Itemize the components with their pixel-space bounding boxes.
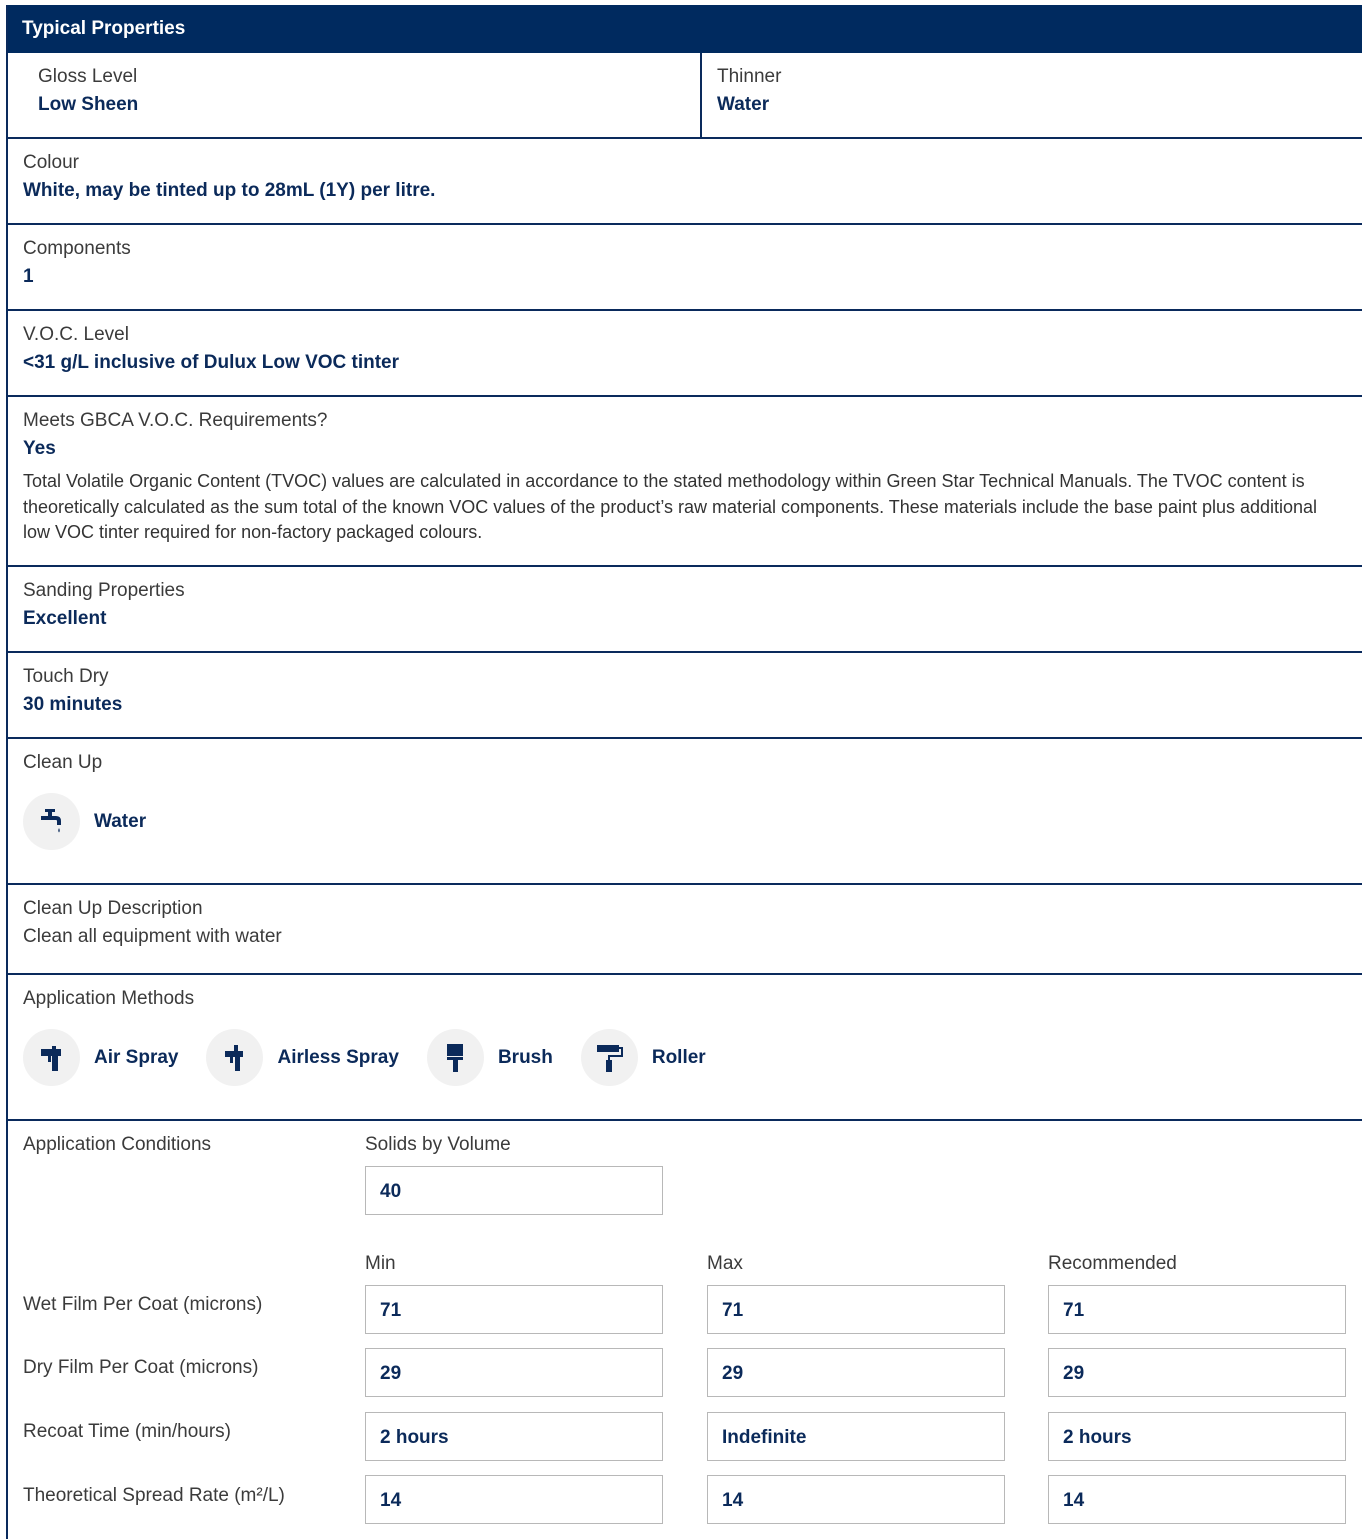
colour-label: Colour	[23, 152, 79, 173]
touch-dry-row: Touch Dry 30 minutes	[8, 653, 1362, 739]
method-airless-spray: Airless Spray	[206, 1029, 399, 1086]
brush-icon	[426, 1029, 484, 1086]
gloss-level-label: Gloss Level	[38, 66, 138, 87]
colour-value: White, may be tinted up to 28mL (1Y) per…	[23, 180, 436, 201]
field-value: 14	[380, 1489, 402, 1511]
spread-rate-label: Theoretical Spread Rate (m²/L)	[23, 1485, 285, 1506]
solids-by-volume-value: 40	[380, 1180, 402, 1202]
spread-rate-min-field[interactable]: 14	[365, 1475, 663, 1524]
dry-film-max-field[interactable]: 29	[707, 1348, 1005, 1397]
solids-by-volume-label: Solids by Volume	[365, 1134, 511, 1155]
gbca-value: Yes	[23, 438, 56, 459]
colour-row: Colour White, may be tinted up to 28mL (…	[8, 139, 1362, 225]
spread-rate-recommended-field[interactable]: 14	[1048, 1475, 1346, 1524]
gbca-label: Meets GBCA V.O.C. Requirements?	[23, 410, 328, 431]
field-value: Indefinite	[722, 1426, 807, 1448]
method-label: Airless Spray	[277, 1046, 399, 1068]
field-value: 2 hours	[380, 1426, 449, 1448]
field-value: 71	[722, 1299, 744, 1321]
application-conditions-label: Application Conditions	[23, 1134, 212, 1155]
thinner-cell: Thinner Water	[702, 53, 1362, 137]
application-methods-label: Application Methods	[23, 988, 195, 1009]
components-label: Components	[23, 238, 131, 259]
gbca-row: Meets GBCA V.O.C. Requirements? Yes Tota…	[8, 397, 1362, 567]
column-header-min: Min	[365, 1253, 396, 1274]
clean-up-description-label: Clean Up Description	[23, 898, 203, 919]
field-value: 29	[1063, 1362, 1085, 1384]
spread-rate-max-field[interactable]: 14	[707, 1475, 1005, 1524]
sanding-row: Sanding Properties Excellent	[8, 567, 1362, 653]
wet-film-label: Wet Film Per Coat (microns)	[23, 1294, 263, 1315]
method-label: Brush	[497, 1046, 553, 1068]
touch-dry-value: 30 minutes	[23, 694, 123, 715]
sanding-label: Sanding Properties	[23, 580, 185, 601]
clean-up-description-row: Clean Up Description Clean all equipment…	[8, 885, 1362, 975]
recoat-time-label: Recoat Time (min/hours)	[23, 1421, 232, 1442]
method-label: Roller	[651, 1046, 706, 1068]
wet-film-recommended-field[interactable]: 71	[1048, 1285, 1346, 1334]
application-methods-list: Air Spray Airless Spray Brush Roller	[23, 1029, 1362, 1086]
clean-up-label: Clean Up	[23, 752, 103, 773]
panel-header: Typical Properties	[8, 5, 1362, 53]
column-header-recommended: Recommended	[1048, 1253, 1177, 1274]
wet-film-max-field[interactable]: 71	[707, 1285, 1005, 1334]
recoat-time-max-field[interactable]: Indefinite	[707, 1412, 1005, 1461]
voc-row: V.O.C. Level <31 g/L inclusive of Dulux …	[8, 311, 1362, 397]
components-value: 1	[23, 266, 34, 287]
gloss-level-cell: Gloss Level Low Sheen	[23, 53, 702, 137]
sanding-value: Excellent	[23, 608, 107, 629]
method-brush: Brush	[426, 1029, 553, 1086]
clean-up-item-label: Water	[94, 810, 147, 832]
gbca-description: Total Volatile Organic Content (TVOC) va…	[23, 471, 1318, 542]
method-roller: Roller	[580, 1029, 706, 1086]
touch-dry-label: Touch Dry	[23, 666, 109, 687]
recoat-time-recommended-field[interactable]: 2 hours	[1048, 1412, 1346, 1461]
voc-label: V.O.C. Level	[23, 324, 129, 345]
field-value: 71	[380, 1299, 402, 1321]
panel-title: Typical Properties	[22, 18, 186, 39]
recoat-time-min-field[interactable]: 2 hours	[365, 1412, 663, 1461]
dry-film-label: Dry Film Per Coat (microns)	[23, 1357, 259, 1378]
field-value: 14	[722, 1489, 744, 1511]
field-value: 14	[1063, 1489, 1085, 1511]
dry-film-min-field[interactable]: 29	[365, 1348, 663, 1397]
gloss-level-value: Low Sheen	[38, 94, 139, 115]
air-spray-icon	[23, 1029, 80, 1086]
method-label: Air Spray	[94, 1046, 179, 1068]
dry-film-recommended-field[interactable]: 29	[1048, 1348, 1346, 1397]
gloss-thinner-row: Gloss Level Low Sheen Thinner Water	[8, 53, 1362, 139]
clean-up-list: Water	[23, 793, 1362, 850]
airless-spray-icon	[206, 1029, 264, 1086]
method-air-spray: Air Spray	[23, 1029, 178, 1086]
application-methods-row: Application Methods Air Spray Airless Sp…	[8, 975, 1362, 1121]
solids-by-volume-field[interactable]: 40	[365, 1166, 663, 1215]
thinner-value: Water	[717, 94, 770, 115]
components-row: Components 1	[8, 225, 1362, 311]
field-value: 29	[380, 1362, 402, 1384]
field-value: 71	[1063, 1299, 1085, 1321]
clean-up-item-water: Water	[23, 793, 146, 850]
application-conditions-section: Application Conditions Solids by Volume …	[8, 1121, 1362, 1539]
field-value: 29	[722, 1362, 744, 1384]
thinner-label: Thinner	[717, 66, 782, 87]
column-header-max: Max	[707, 1253, 743, 1274]
voc-value: <31 g/L inclusive of Dulux Low VOC tinte…	[23, 352, 400, 373]
clean-up-row: Clean Up Water	[8, 739, 1362, 885]
field-value: 2 hours	[1063, 1426, 1132, 1448]
tap-icon	[23, 793, 80, 850]
wet-film-min-field[interactable]: 71	[365, 1285, 663, 1334]
typical-properties-panel: Typical Properties Gloss Level Low Sheen…	[6, 5, 1362, 1539]
clean-up-description-value: Clean all equipment with water	[23, 926, 282, 947]
roller-icon	[580, 1029, 638, 1086]
